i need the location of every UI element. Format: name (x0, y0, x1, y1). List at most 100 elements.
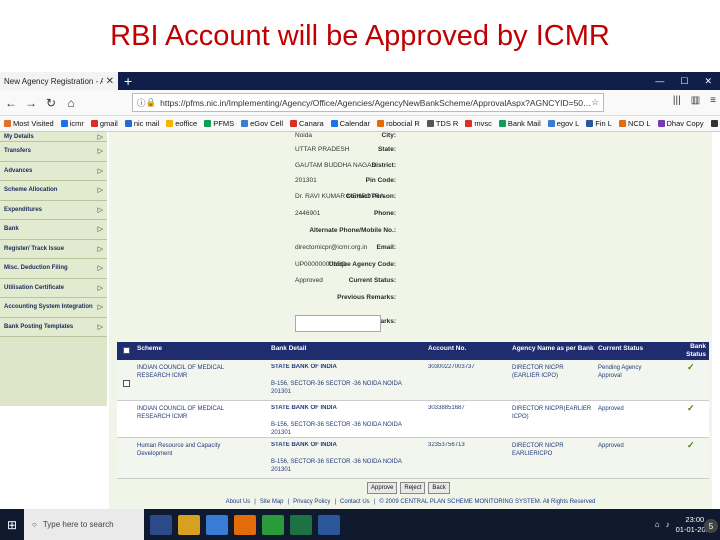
select-all-checkbox[interactable] (123, 347, 130, 354)
form-row: Contact Person: Dr. RAVI KUMAR MEHROTRA (109, 193, 712, 206)
form-row: Pin Code: 201301 (109, 177, 712, 190)
menu-icon[interactable]: ≡ (710, 95, 716, 106)
bookmark-item[interactable]: PFMS (204, 119, 234, 128)
bookmark-item[interactable]: gmail (90, 119, 118, 128)
remarks-textarea[interactable] (295, 315, 381, 332)
cell-scheme: INDIAN COUNCIL OF MEDICAL RESEARCH ICMR (137, 406, 224, 420)
bookmark-label: Fin L (595, 119, 612, 128)
info-icon[interactable]: ⓘ (137, 97, 146, 109)
home-icon[interactable]: ⌂ (64, 96, 78, 110)
sidebar-item[interactable]: Expenditures ▷ (0, 200, 107, 220)
table-row: INDIAN COUNCIL OF MEDICAL RESEARCH ICMR S… (117, 360, 709, 401)
browser-tab[interactable]: New Agency Registration - Approv ✕ (0, 72, 118, 90)
word-icon[interactable] (318, 514, 340, 535)
chevron-right-icon: ▷ (97, 206, 103, 214)
form-row: City: Noida (109, 132, 712, 145)
maximize-icon[interactable]: ☐ (680, 76, 688, 87)
windows-start-icon[interactable]: ⊞ (0, 509, 24, 540)
copyright-text: © 2009 CENTRAL PLAN SCHEME MONITORING SY… (379, 499, 596, 505)
bookmark-item[interactable]: eGov Cell (241, 119, 283, 128)
chevron-right-icon: ▷ (97, 265, 103, 273)
bookmark-favicon-icon (377, 120, 385, 127)
sidebar-item[interactable]: Scheme Allocation ▷ (0, 181, 107, 201)
header-bank: Bank Detail (271, 345, 307, 352)
sidebar-item[interactable]: My Details ▷ (0, 132, 107, 142)
bookmark-item[interactable]: Most Visited (4, 119, 54, 128)
close-icon[interactable]: ✕ (106, 76, 114, 87)
sidebar-item[interactable]: Bank ▷ (0, 220, 107, 240)
form-label: Phone: (373, 210, 396, 217)
bookmark-item[interactable]: robocial R (377, 119, 420, 128)
bookmark-star-icon[interactable]: ☆ (591, 97, 599, 108)
bookmark-favicon-icon (498, 120, 506, 127)
bookmark-favicon-icon (166, 120, 174, 127)
search-placeholder: Type here to search (42, 520, 114, 529)
approve-button[interactable]: Approve (367, 482, 398, 494)
sidebar-item[interactable]: Utilisation Certificate ▷ (0, 278, 107, 298)
sidebar-item[interactable]: Advances ▷ (0, 161, 107, 181)
sitemap-link[interactable]: Site Map (260, 499, 284, 505)
more-icon[interactable]: … (583, 98, 592, 108)
bookmark-item[interactable]: Dhav Copy (657, 119, 704, 128)
network-icon[interactable]: ⌂ (655, 520, 660, 529)
form-value: UTTAR PRADESH (295, 146, 350, 153)
sidebar-icon[interactable]: ▥ (691, 95, 700, 106)
chrome-icon[interactable] (262, 514, 284, 535)
row-checkbox[interactable] (123, 380, 130, 387)
excel-icon[interactable] (290, 514, 312, 535)
volume-icon[interactable]: ♪ (666, 520, 670, 529)
sidebar-item[interactable]: Transfers ▷ (0, 142, 107, 162)
bookmark-item[interactable]: icmr (60, 119, 84, 128)
bookmark-item[interactable]: Canara (290, 119, 324, 128)
sidebar-item-label: My Details (4, 133, 34, 140)
bookmark-favicon-icon (90, 120, 98, 127)
bookmark-item[interactable]: Fin L (586, 119, 612, 128)
cell-account: 30300227003737 (428, 364, 475, 370)
form-value: directornicpr@icmr.org.in (295, 244, 368, 251)
minimize-icon[interactable]: — (655, 76, 664, 86)
table-header: Scheme Bank Detail Account No. Agency Na… (117, 342, 709, 360)
sidebar-item[interactable]: Register/ Track Issue ▷ (0, 239, 107, 259)
bookmark-label: robocial R (386, 119, 420, 128)
task-view-icon[interactable] (150, 514, 172, 535)
taskbar-search[interactable]: ○ Type here to search (24, 509, 144, 540)
bookmark-item[interactable]: schan (710, 119, 720, 128)
cell-bank-name: STATE BANK OF INDIA (271, 442, 337, 448)
sidebar-item-label: Bank (4, 226, 19, 233)
sidebar-item[interactable]: Misc. Deduction Filing ▷ (0, 259, 107, 279)
edge-icon[interactable] (206, 514, 228, 535)
bookmark-favicon-icon (657, 120, 665, 127)
file-explorer-icon[interactable] (178, 514, 200, 535)
chevron-right-icon: ▷ (97, 167, 103, 175)
privacy-link[interactable]: Privacy Policy (293, 499, 330, 505)
reload-icon[interactable]: ↻ (44, 96, 58, 110)
sidebar-item[interactable]: Bank Posting Templates ▷ (0, 317, 107, 337)
cell-agency: DIRECTOR NICPR (EARLIER ICPO) (512, 365, 564, 379)
firefox-icon[interactable] (234, 514, 256, 535)
back-icon[interactable]: ← (4, 96, 18, 110)
address-bar[interactable]: ⓘ 🔒 https://pfms.nic.in/Implementing/Age… (132, 93, 604, 112)
cell-bank-name: STATE BANK OF INDIA (271, 405, 337, 411)
sidebar-item[interactable]: Accounting System Integration ▷ (0, 298, 107, 318)
contact-link[interactable]: Contact Us (340, 499, 370, 505)
reject-button[interactable]: Reject (400, 482, 426, 494)
sidebar-item-label: Misc. Deduction Filing (4, 265, 68, 272)
back-button[interactable]: Back (428, 482, 450, 494)
bookmark-item[interactable]: NCD L (618, 119, 651, 128)
bookmark-item[interactable]: mvsc (465, 119, 492, 128)
bookmark-item[interactable]: Bank Mail (498, 119, 541, 128)
window-close-icon[interactable]: ✕ (704, 76, 712, 87)
cell-account: 32353756713 (428, 442, 465, 448)
bookmark-item[interactable]: Calendar (330, 119, 370, 128)
bookmark-item[interactable]: TDS R (426, 119, 458, 128)
library-icon[interactable]: ||| (673, 95, 681, 106)
bookmark-label: eGov Cell (250, 119, 284, 128)
bookmark-item[interactable]: eoffice (166, 119, 197, 128)
forward-icon[interactable]: → (24, 96, 38, 110)
new-tab-icon[interactable]: + (124, 72, 132, 90)
bookmark-item[interactable]: nic mail (124, 119, 159, 128)
bookmark-favicon-icon (547, 120, 555, 127)
form-value: 2446901 (295, 210, 321, 217)
about-link[interactable]: About Us (226, 499, 251, 505)
bookmark-item[interactable]: egov L (547, 119, 579, 128)
